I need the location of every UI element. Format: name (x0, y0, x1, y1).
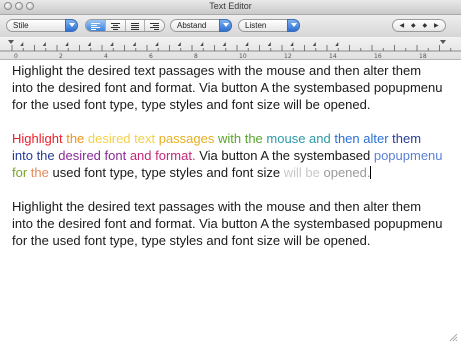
text-run: popupmenu (373, 148, 443, 163)
tab-stop-marker[interactable] (267, 42, 271, 46)
ruler-label: 18 (419, 53, 427, 59)
tab-stop-marker[interactable] (42, 42, 46, 46)
next-icon[interactable]: ▶ (434, 22, 439, 29)
format-toolbar: Stile Abstand Listen ◀ ◆ ◆ ▶ (0, 15, 461, 37)
tab-stop-marker[interactable] (177, 42, 181, 46)
align-center-button[interactable] (105, 20, 126, 31)
ruler-label: 0 (14, 53, 18, 59)
tab-stop-marker[interactable] (312, 42, 316, 46)
style-popup-label: Stile (13, 21, 29, 30)
diamond-icon[interactable]: ◆ (422, 22, 427, 29)
text-run: with the (217, 131, 267, 146)
tab-stop-marker[interactable] (200, 42, 204, 46)
text-editor-window: Text Editor Stile Abstand Listen ◀ ◆ ◆ ▶… (0, 0, 461, 345)
text-run: Via button A the systembased (199, 148, 374, 163)
page-navigation[interactable]: ◀ ◆ ◆ ▶ (392, 19, 446, 32)
lists-popup-label: Listen (245, 21, 267, 30)
text-run: mouse and (266, 131, 335, 146)
ruler-label: 4 (104, 53, 108, 59)
resize-grip-icon[interactable] (448, 332, 458, 342)
ruler-scale: 0 2 4 6 8 10 12 14 16 18 (0, 40, 461, 59)
text-run: passages (158, 131, 218, 146)
tab-stop-marker[interactable] (20, 42, 24, 46)
chevron-down-icon (219, 19, 232, 32)
tab-stop-marker[interactable] (87, 42, 91, 46)
lists-popup[interactable]: Listen (238, 19, 300, 32)
text-run: and format. (129, 148, 200, 163)
text-run: desired text (87, 131, 159, 146)
right-margin-marker[interactable] (440, 40, 446, 44)
alignment-buttons (85, 19, 165, 32)
previous-icon[interactable]: ◀ (399, 22, 404, 29)
text-run: the (66, 131, 88, 146)
text-run: used font type, type styles and font siz… (52, 165, 284, 180)
window-title: Text Editor (209, 1, 252, 11)
text-cursor (370, 166, 372, 179)
text-run: will be (283, 165, 324, 180)
tab-stop-marker[interactable] (245, 42, 249, 46)
tab-stop-marker[interactable] (335, 42, 339, 46)
ruler-label: 14 (329, 53, 337, 59)
paragraph-2: Highlight the desired text passages with… (12, 130, 444, 181)
title-bar[interactable]: Text Editor (0, 0, 461, 15)
align-left-button[interactable] (86, 20, 106, 31)
ruler-label: 12 (284, 53, 292, 59)
text-run: desired font (58, 148, 130, 163)
tab-stop-marker[interactable] (290, 42, 294, 46)
text-run: Highlight (12, 131, 67, 146)
document-text-area[interactable]: Highlight the desired text passages with… (12, 62, 444, 266)
align-right-button[interactable] (145, 20, 164, 31)
paragraph-1: Highlight the desired text passages with… (12, 63, 443, 112)
tab-stop-marker[interactable] (65, 42, 69, 46)
ruler-label: 2 (59, 53, 63, 59)
ruler-label: 8 (194, 53, 198, 59)
paragraph-3: Highlight the desired text passages with… (12, 199, 443, 248)
tab-stop-marker[interactable] (155, 42, 159, 46)
tab-stop-marker[interactable] (132, 42, 136, 46)
ruler-label: 6 (149, 53, 153, 59)
chevron-down-icon (65, 19, 78, 32)
spacing-popup-label: Abstand (177, 21, 207, 30)
ruler-label: 16 (374, 53, 382, 59)
indent-marker[interactable] (8, 40, 14, 44)
spacing-popup[interactable]: Abstand (170, 19, 232, 32)
align-justify-button[interactable] (125, 20, 146, 31)
ruler[interactable]: 0 2 4 6 8 10 12 14 16 18 (0, 37, 461, 60)
text-run: then alter (334, 131, 393, 146)
chevron-down-icon (287, 19, 300, 32)
text-run: the (30, 165, 53, 180)
tab-stop-marker[interactable] (110, 42, 114, 46)
ruler-label: 10 (239, 53, 247, 59)
tab-stop-marker[interactable] (222, 42, 226, 46)
text-run: opened. (323, 165, 371, 180)
style-popup[interactable]: Stile (6, 19, 78, 32)
text-run: for (12, 165, 31, 180)
diamond-icon[interactable]: ◆ (411, 22, 416, 29)
